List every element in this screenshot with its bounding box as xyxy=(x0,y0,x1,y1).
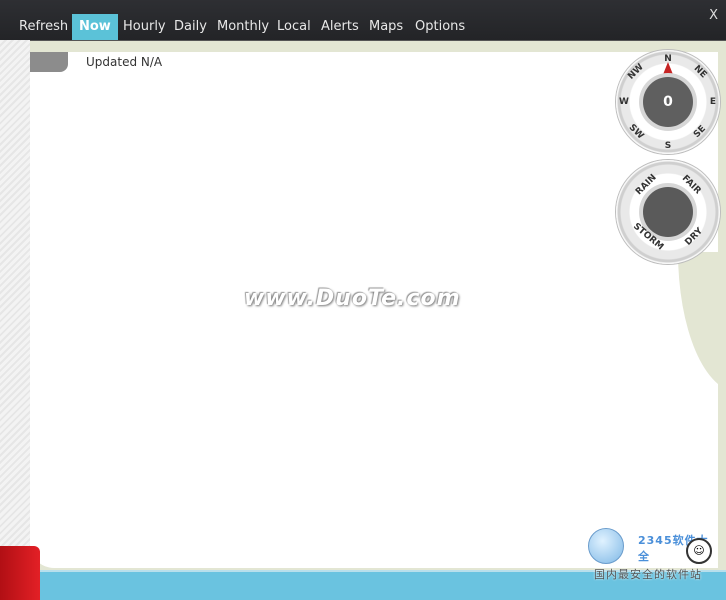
panel-curve-decoration xyxy=(678,252,726,392)
tab-hourly[interactable]: Hourly xyxy=(116,14,173,40)
tab-monthly[interactable]: Monthly xyxy=(210,14,276,40)
tab-maps[interactable]: Maps xyxy=(362,14,410,40)
barometer-center xyxy=(643,187,693,237)
updated-status-text: Updated N/A xyxy=(86,55,163,69)
location-tab-marker[interactable] xyxy=(30,52,68,72)
close-icon[interactable]: X xyxy=(709,8,718,23)
face-icon: ☺ xyxy=(686,538,712,564)
compass-label-se: SE xyxy=(691,123,709,141)
compass-label-n: N xyxy=(664,54,672,64)
wind-compass-gauge: 0 N NE E SE S SW W NW xyxy=(616,50,720,154)
refresh-button[interactable]: Refresh xyxy=(12,14,75,40)
tab-now[interactable]: Now xyxy=(72,14,118,40)
left-red-accent xyxy=(0,546,40,600)
nav-bar: Refresh Now Hourly Daily Monthly Local A… xyxy=(0,0,726,41)
compass-label-ne: NE xyxy=(691,63,709,81)
barometer-label-dry: DRY xyxy=(683,226,705,248)
tab-alerts[interactable]: Alerts xyxy=(314,14,366,40)
barometer-gauge: RAIN FAIR STORM DRY xyxy=(616,160,720,264)
weather-app-window: Refresh Now Hourly Daily Monthly Local A… xyxy=(0,0,726,600)
compass-label-s: S xyxy=(664,141,672,151)
left-decorative-strip xyxy=(0,40,30,600)
compass-label-w: W xyxy=(619,97,629,107)
tab-daily[interactable]: Daily xyxy=(167,14,214,40)
mascot-icon xyxy=(588,528,624,564)
watermark-logo: 2345软件大全 ☺ 国内最安全的软件站 xyxy=(588,528,720,581)
watermark-text: www.DuoTe.com xyxy=(244,286,461,311)
tab-local[interactable]: Local xyxy=(270,14,318,40)
wind-speed-value: 0 xyxy=(643,77,693,127)
logo-tagline: 国内最安全的软件站 xyxy=(594,568,702,581)
compass-label-e: E xyxy=(709,97,717,107)
tab-options[interactable]: Options xyxy=(408,14,472,40)
